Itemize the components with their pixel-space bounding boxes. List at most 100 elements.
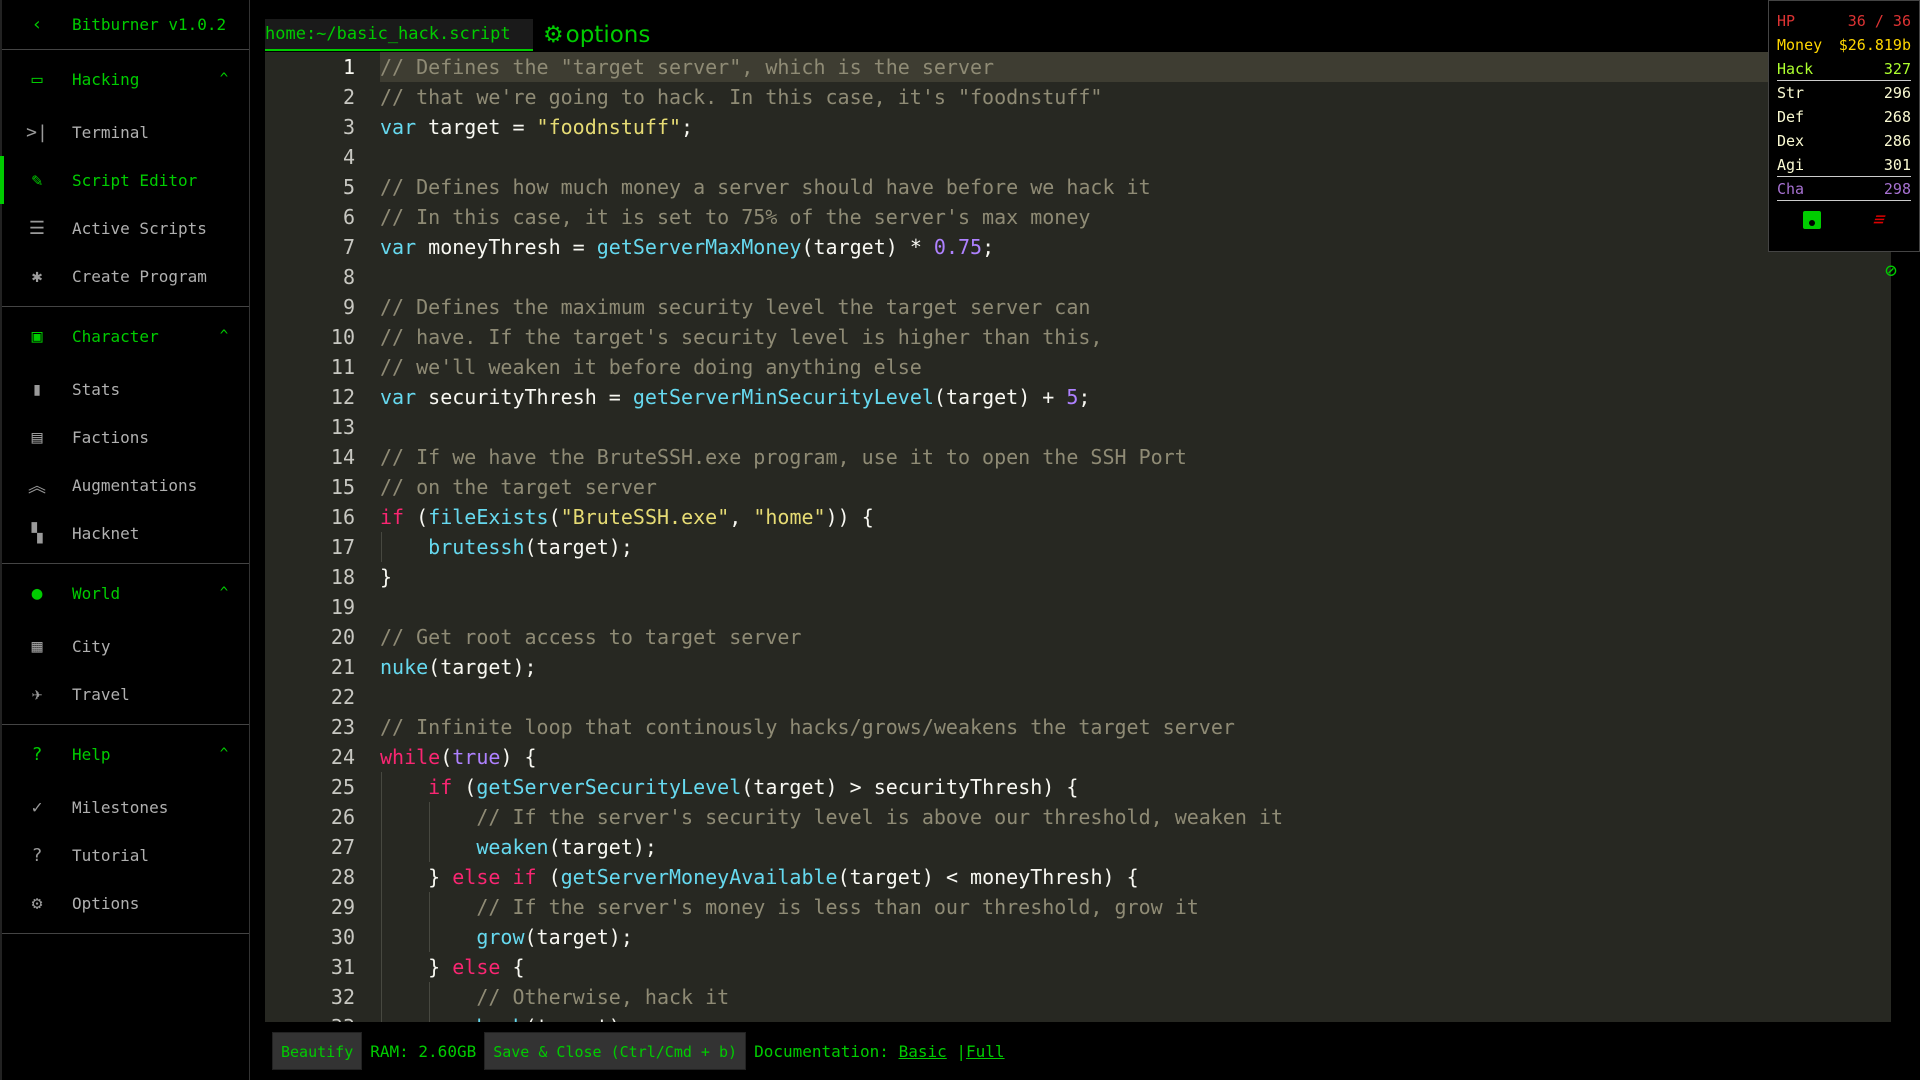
code-line[interactable]: 22 [265, 682, 1891, 712]
code-token: getServerSecurityLevel [476, 775, 742, 799]
sidebar-item-tutorial[interactable]: ? Tutorial [2, 831, 249, 879]
code-line[interactable]: 30 grow(target); [265, 922, 1891, 952]
category-label: Help [72, 744, 111, 764]
code-line[interactable]: 21 nuke(target); [265, 652, 1891, 682]
character-overview: HP 36 / 36 Money $26.819b Hack 327 Str 296 Def 26… [1768, 0, 1920, 252]
code-line[interactable]: 33 hack(target); [265, 1012, 1891, 1022]
sidebar-item-stats[interactable]: ▮ Stats [2, 365, 249, 413]
sidebar-item-label: Milestones [72, 797, 169, 817]
sidebar-category-world[interactable]: ● World ^ [2, 564, 249, 622]
sidebar-section-help: ? Help ^ ✓ Milestones? Tutorial ⚙ Options [2, 725, 249, 934]
line-number: 20 [330, 625, 355, 649]
sidebar-item-milestones[interactable]: ✓ Milestones [2, 783, 249, 831]
save-close-button[interactable]: Save & Close (Ctrl/Cmd + b) [484, 1032, 747, 1070]
code-line[interactable]: 29 // If the server's money is less than… [265, 892, 1891, 922]
sidebar-item-options[interactable]: ⚙ Options [2, 879, 249, 927]
sidebar-item-terminal[interactable]: >| Terminal [2, 108, 249, 156]
stat-value: 298 [1883, 180, 1911, 198]
code-line[interactable]: 8 [265, 262, 1891, 292]
indent-guide [429, 832, 430, 862]
list-icon: ☰ [28, 217, 46, 239]
code-line[interactable]: 31 } else { [265, 952, 1891, 982]
sidebar-item-active-scripts[interactable]: ☰ Active Scripts [2, 204, 249, 252]
code-line[interactable]: 11 // we'll weaken it before doing anythi… [265, 352, 1891, 382]
tab-file[interactable]: home:~/basic_hack.script [265, 19, 533, 51]
sidebar-category-character[interactable]: ▣ Character ^ [2, 307, 249, 365]
code-token: 5 [1066, 385, 1079, 409]
code-line[interactable]: 2 // that we're going to hack. In this ca… [265, 82, 1891, 112]
code-line[interactable]: 6 // In this case, it is set to 75% of th… [265, 202, 1891, 232]
code-token: var [380, 385, 417, 409]
code-line[interactable]: 18} [265, 562, 1891, 592]
code-line[interactable]: 26 // If the server's security level is … [265, 802, 1891, 832]
sidebar-item-label: Factions [72, 427, 150, 447]
sidebar-item-factions[interactable]: ▤ Factions [2, 413, 249, 461]
code-token: } [380, 955, 453, 979]
code-token: "foodnstuff" [536, 115, 682, 139]
code-line[interactable]: 20 // Get root access to target server [265, 622, 1891, 652]
sidebar-item-augmentations[interactable]: ︽ Augmentations [2, 461, 249, 509]
doc-basic-link[interactable]: Basic [899, 1042, 947, 1061]
sidebar-item-hacknet[interactable]: ▚ Hacknet [2, 509, 249, 557]
code-text: // Defines the "target server", which is… [380, 52, 1891, 82]
code-text: // In this case, it is set to 75% of the… [380, 202, 1891, 232]
indent-guide [381, 802, 382, 832]
doc-full-link[interactable]: Full [966, 1042, 1005, 1061]
code-line[interactable]: 15 // on the target server [265, 472, 1891, 502]
code-line[interactable]: 3 var target = "foodnstuff"; [265, 112, 1891, 142]
code-text: // have. If the target's security level … [380, 322, 1891, 352]
sidebar-item-travel[interactable]: ✈ Travel [2, 670, 249, 718]
code-line[interactable]: 23 // Infinite loop that continously hack… [265, 712, 1891, 742]
code-line[interactable]: 17 brutessh(target); [265, 532, 1891, 562]
globe-icon: ● [31, 582, 43, 604]
code-line[interactable]: 10 // have. If the target's security leve… [265, 322, 1891, 352]
category-label: World [72, 583, 121, 603]
code-line[interactable]: 5 // Defines how much money a server shou… [265, 172, 1891, 202]
code-line[interactable]: 16 if (fileExists("BruteSSH.exe", "home")… [265, 502, 1891, 532]
code-token: (target); [524, 535, 633, 559]
code-line[interactable]: 28 } else if (getServerMoneyAvailable(ta… [265, 862, 1891, 892]
code-token: (target); [525, 1015, 633, 1022]
code-line[interactable]: 7 var moneyThresh = getServerMaxMoney(tar… [265, 232, 1891, 262]
code-line[interactable]: 9 // Defines the maximum security level t… [265, 292, 1891, 322]
line-number: 23 [330, 715, 355, 739]
code-token: (target) + [933, 385, 1067, 409]
line-number: 29 [330, 895, 355, 919]
code-line[interactable]: 24 while(true) { [265, 742, 1891, 772]
code-line[interactable]: 32 // Otherwise, hack it [265, 982, 1891, 1012]
code-text: if (getServerSecurityLevel(target) > sec… [380, 772, 1891, 802]
stat-label: Def [1777, 108, 1805, 126]
beautify-button[interactable]: Beautify [272, 1032, 363, 1070]
code-line[interactable]: 14 // If we have the BruteSSH.exe program… [265, 442, 1891, 472]
line-number: 11 [330, 355, 355, 379]
line-number: 16 [330, 505, 355, 529]
code-line[interactable]: 19 [265, 592, 1891, 622]
stat-value: 268 [1883, 108, 1911, 126]
sidebar-category-help[interactable]: ? Help ^ [2, 725, 249, 783]
code-editor[interactable]: 1 // Defines the "target server", which i… [265, 52, 1891, 1022]
code-text: } [380, 562, 1891, 592]
code-token: true [452, 745, 501, 769]
code-text: if (fileExists("BruteSSH.exe", "home")) … [380, 502, 1891, 532]
code-line[interactable]: 25 if (getServerSecurityLevel(target) > … [265, 772, 1891, 802]
sidebar-item-city[interactable]: ▦ City [2, 622, 249, 670]
sidebar-item-script-editor[interactable]: ✎ Script Editor [0, 156, 249, 204]
kill-all-icon[interactable]: ≡ [1870, 209, 1888, 230]
code-line[interactable]: 12 var securityThresh = getServerMinSecur… [265, 382, 1891, 412]
code-line[interactable]: 13 [265, 412, 1891, 442]
stat-value: 301 [1883, 156, 1911, 174]
stat-cha: Cha 298 [1777, 177, 1911, 201]
code-text: brutessh(target); [380, 532, 1891, 562]
line-number: 28 [330, 865, 355, 889]
code-line[interactable]: 4 [265, 142, 1891, 172]
code-line[interactable]: 1 // Defines the "target server", which i… [265, 52, 1891, 82]
code-token: moneyThresh = [416, 235, 597, 259]
sidebar-item-create-program[interactable]: ✱ Create Program [2, 252, 249, 300]
eye-off-icon[interactable]: ⊘ [1885, 258, 1897, 282]
line-number: 14 [330, 445, 355, 469]
sidebar-category-hacking[interactable]: ▭ Hacking ^ [2, 50, 249, 108]
save-icon[interactable] [1803, 211, 1822, 229]
options-button[interactable]: ⚙ options [543, 22, 650, 48]
code-line[interactable]: 27 weaken(target); [265, 832, 1891, 862]
chevron-left-icon[interactable]: ‹ [2, 14, 72, 35]
